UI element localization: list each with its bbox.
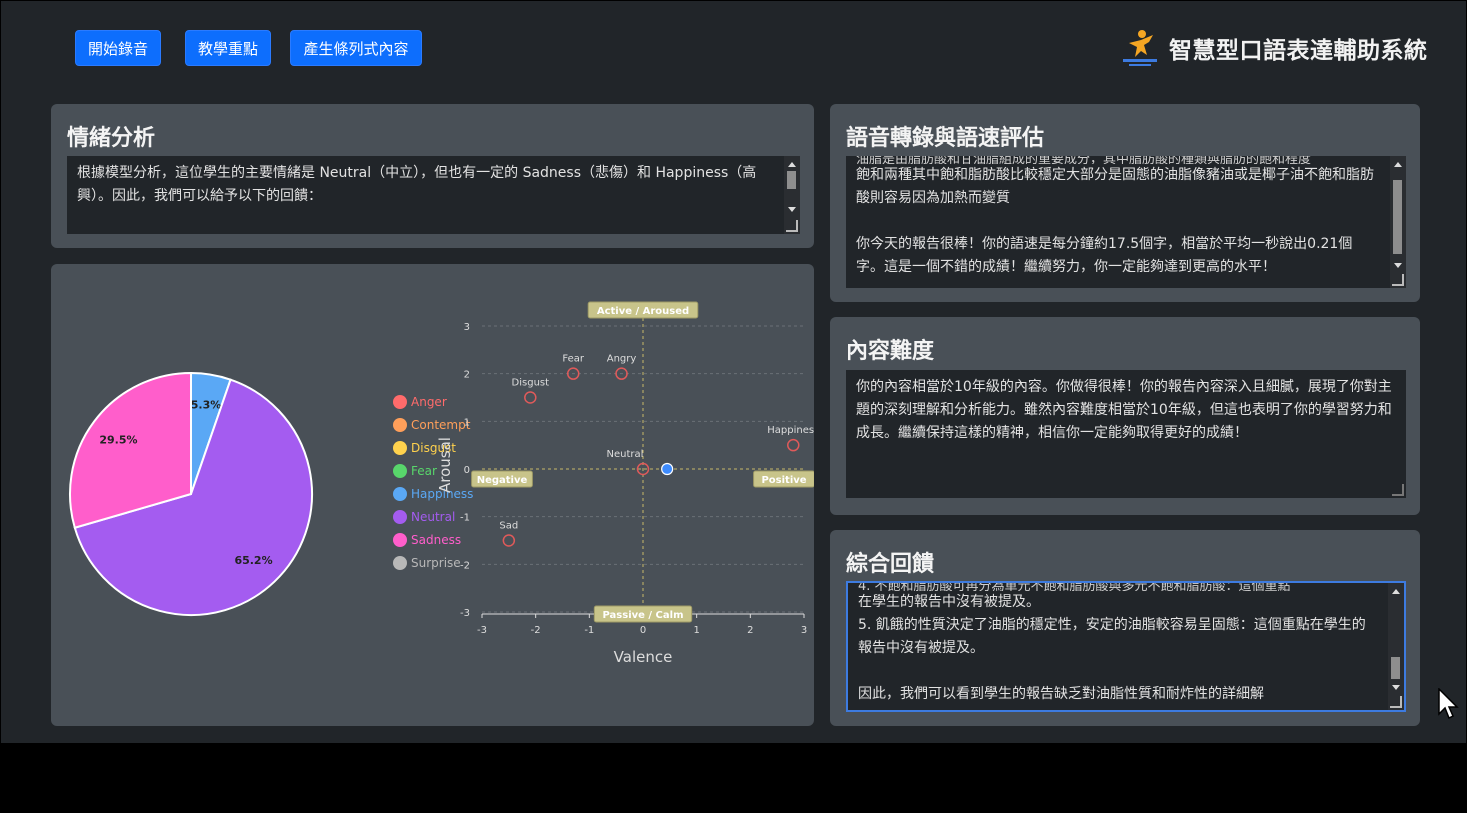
positive-label: Positive (761, 475, 806, 486)
resize-handle-icon[interactable] (1392, 274, 1404, 286)
x-tick-label: -3 (477, 625, 487, 636)
scroll-up-icon[interactable] (788, 162, 796, 167)
emotion-point-happiness (787, 438, 800, 452)
overall-feedback-textarea[interactable]: 4. 不飽和脂肪酸可再分為單元不飽和脂肪酸與多元不飽和脂肪酸：這個重點 在學生的… (846, 581, 1406, 712)
start-recording-button[interactable]: 開始錄音 (75, 30, 161, 66)
transcript-partial-line: 油脂是由脂肪酸和甘油脂組成的重要成分，其中脂肪酸的種類與脂肪的飽和程度 (856, 156, 1312, 164)
x-axis-label: Valence (614, 648, 673, 666)
content-difficulty-text: 你的內容相當於10年級的內容。你做得很棒！你的報告內容深入且細膩，展現了你對主題… (856, 379, 1392, 441)
app-title: 智慧型口語表達輔助系統 (1169, 38, 1428, 64)
scrollbar[interactable] (1390, 156, 1406, 288)
speech-transcription-title: 語音轉錄與語速評估 (846, 126, 1045, 151)
resize-handle-icon[interactable] (786, 220, 798, 232)
emotion-analysis-title: 情緒分析 (67, 126, 156, 151)
pie-slice-label: 29.5% (99, 434, 137, 447)
scroll-thumb[interactable] (1393, 180, 1402, 254)
speech-rate-feedback: 你今天的報告很棒！你的語速是每分鐘約17.5個字，相當於平均一秒說出0.21個字… (856, 236, 1353, 275)
scroll-thumb[interactable] (1391, 657, 1400, 679)
brand: 智慧型口語表達輔助系統 (1119, 27, 1428, 69)
emotion-pie-chart: 5.3% 65.2% 29.5% (69, 371, 313, 616)
emotion-point-label: Happiness (767, 425, 814, 436)
person-star-logo (1119, 27, 1161, 69)
x-tick-label: 0 (640, 625, 646, 636)
content-difficulty-textarea[interactable]: 你的內容相當於10年級的內容。你做得很棒！你的報告內容深入且細膩，展現了你對主題… (846, 370, 1406, 498)
resize-handle-icon[interactable] (1390, 696, 1402, 708)
x-tick-label: 1 (693, 625, 699, 636)
emotion-analysis-textarea[interactable]: 根據模型分析，這位學生的主要情緒是 Neutral（中立），但也有一定的 Sad… (67, 156, 800, 234)
scroll-down-icon[interactable] (788, 207, 796, 212)
generate-list-button[interactable]: 產生條列式內容 (290, 30, 422, 66)
y-tick-label: 3 (464, 322, 470, 333)
emotion-point-label: Sad (499, 521, 518, 532)
feedback-line-1: 在學生的報告中沒有被提及。 (858, 594, 1040, 610)
negative-label: Negative (477, 475, 528, 486)
pie-slice-label: 5.3% (191, 399, 222, 412)
emotion-point-label: Disgust (512, 378, 550, 389)
y-tick-label: -2 (460, 560, 470, 571)
pie-slice-label: 65.2% (234, 554, 272, 567)
active-aroused-label: Active / Aroused (597, 306, 689, 317)
overall-feedback-title: 綜合回饋 (846, 552, 935, 577)
x-tick-label: -2 (531, 625, 541, 636)
emotion-chart-panel: 5.3% 65.2% 29.5% Anger Contempt Disgust Fear H… (51, 264, 814, 726)
speech-transcription-panel: 語音轉錄與語速評估 油脂是由脂肪酸和甘油脂組成的重要成分，其中脂肪酸的種類與脂肪… (830, 104, 1420, 302)
transcript-text: 飽和兩種其中飽和脂肪酸比較穩定大部分是固態的油脂像豬油或是椰子油不飽和脂肪酸則容… (856, 167, 1374, 206)
passive-calm-label: Passive / Calm (603, 610, 684, 621)
valence-arousal-chart: 3 2 1 0 -1 -2 -3 -3 -2 -1 0 1 2 3 Valence Arousal Active… (436, 301, 814, 666)
x-tick-label: 3 (801, 625, 807, 636)
resize-handle-icon[interactable] (1392, 484, 1404, 496)
scroll-down-icon[interactable] (1394, 263, 1402, 268)
emotion-analysis-panel: 情緒分析 根據模型分析，這位學生的主要情緒是 Neutral（中立），但也有一定… (51, 104, 814, 248)
emotion-point-disgust (524, 391, 537, 404)
y-axis-label: Arousal (436, 437, 454, 493)
scrollbar[interactable] (1388, 583, 1404, 710)
content-difficulty-panel: 內容難度 你的內容相當於10年級的內容。你做得很棒！你的報告內容深入且細膩，展現… (830, 317, 1420, 515)
emotion-point-label: Fear (562, 354, 584, 365)
scroll-up-icon[interactable] (1394, 162, 1402, 167)
y-tick-label: 2 (464, 370, 470, 381)
feedback-line-2: 5. 飢餓的性質決定了油脂的穩定性，安定的油脂較容易呈固態：這個重點在學生的報告… (858, 617, 1366, 656)
overall-feedback-panel: 綜合回饋 4. 不飽和脂肪酸可再分為單元不飽和脂肪酸與多元不飽和脂肪酸：這個重點… (830, 530, 1420, 726)
y-tick-label: 1 (464, 417, 470, 428)
teaching-points-button[interactable]: 教學重點 (185, 30, 271, 66)
scroll-thumb[interactable] (787, 171, 796, 189)
feedback-line-3: 因此，我們可以看到學生的報告缺乏對油脂性質和耐炸性的詳細解 (858, 686, 1264, 702)
feedback-partial-line: 4. 不飽和脂肪酸可再分為單元不飽和脂肪酸與多元不飽和脂肪酸：這個重點 (858, 583, 1291, 591)
y-tick-label: -1 (460, 513, 470, 524)
x-tick-label: -1 (584, 625, 594, 636)
x-tick-label: 2 (747, 625, 753, 636)
mouse-cursor-icon (1438, 688, 1459, 720)
emotion-point-sad (502, 534, 516, 547)
scroll-up-icon[interactable] (1392, 589, 1400, 594)
content-difficulty-title: 內容難度 (846, 339, 935, 364)
scroll-down-icon[interactable] (1392, 685, 1400, 690)
app-window: 開始錄音 教學重點 產生條列式內容 智慧型口語表達輔助系統 情緒分析 根據模型分… (1, 1, 1466, 743)
current-emotion-point (661, 462, 674, 476)
speech-transcription-textarea[interactable]: 油脂是由脂肪酸和甘油脂組成的重要成分，其中脂肪酸的種類與脂肪的飽和程度 飽和兩種… (846, 156, 1406, 288)
y-tick-label: 0 (464, 465, 470, 476)
y-tick-label: -3 (460, 608, 470, 619)
emotion-point-label: Angry (607, 354, 637, 365)
emotion-point-label: Neutral (607, 449, 644, 460)
emotion-analysis-text: 根據模型分析，這位學生的主要情緒是 Neutral（中立），但也有一定的 Sad… (77, 165, 757, 204)
